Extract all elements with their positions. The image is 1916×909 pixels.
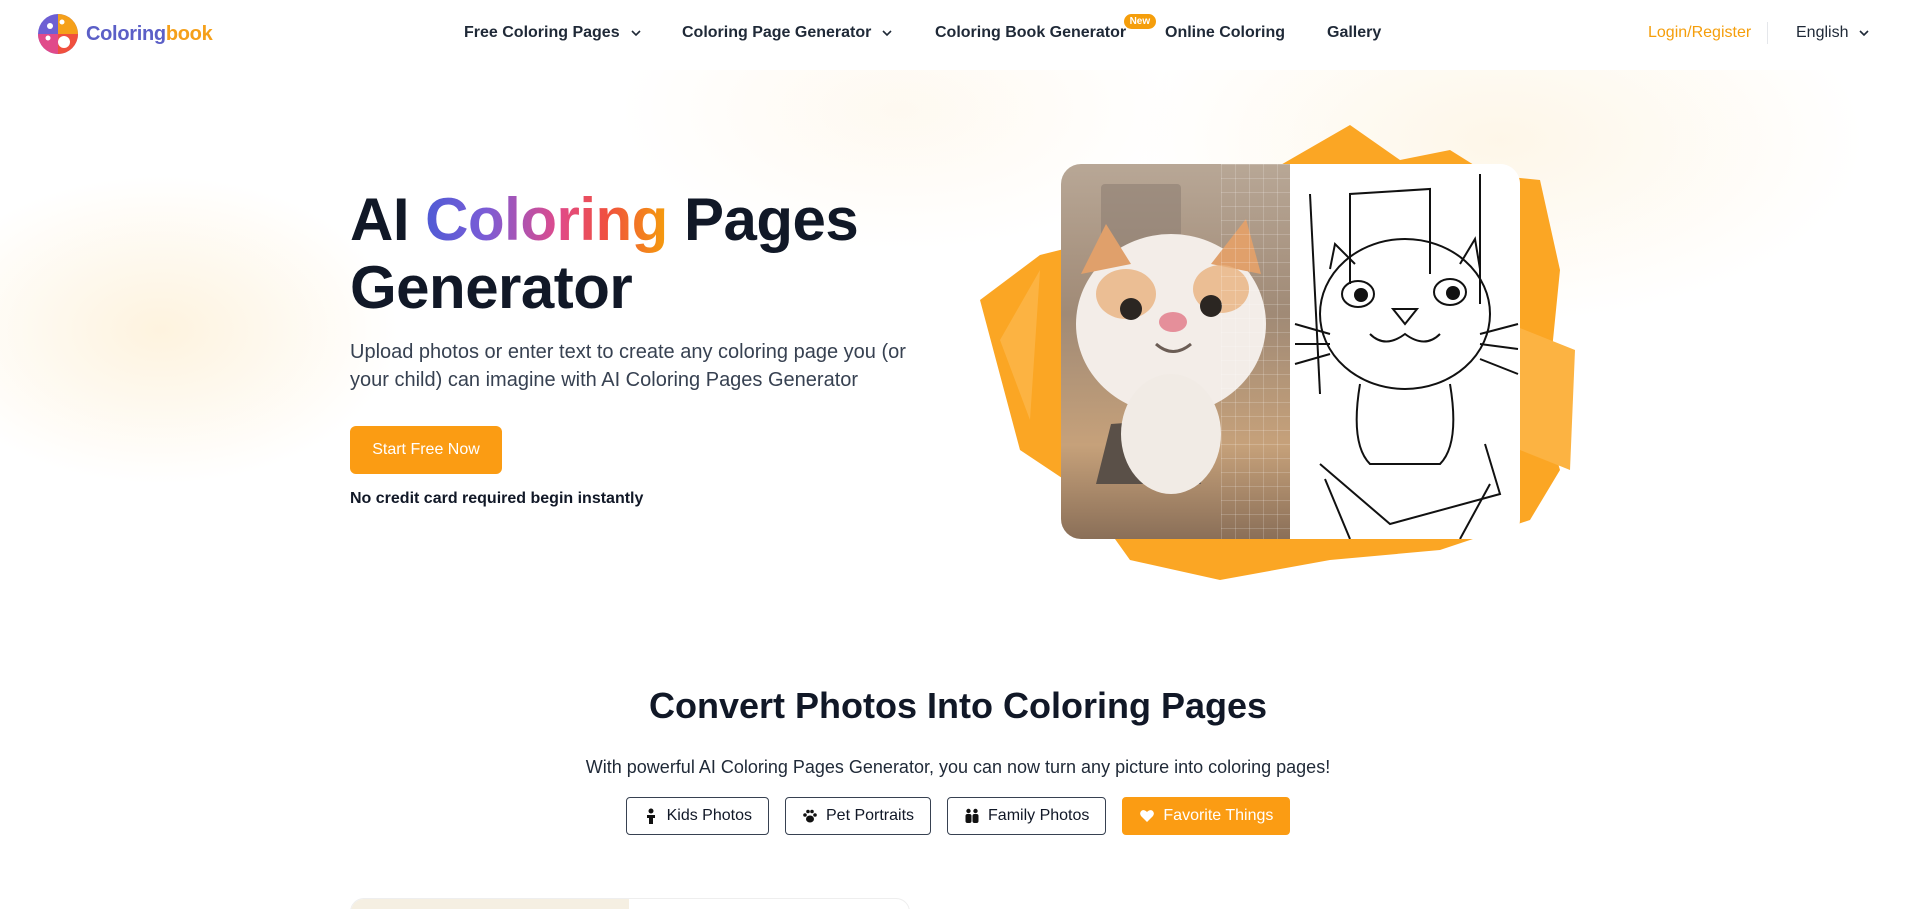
chevron-down-icon bbox=[631, 30, 641, 37]
start-free-button[interactable]: Start Free Now bbox=[350, 426, 502, 474]
child-icon bbox=[646, 808, 655, 824]
nav-free-coloring-pages[interactable]: Free Coloring Pages bbox=[464, 24, 642, 42]
hero-background bbox=[0, 70, 1916, 590]
tab-pet-portraits[interactable]: Pet Portraits bbox=[785, 797, 932, 835]
hero-title: AI Coloring Pages Generator bbox=[350, 186, 859, 321]
heart-icon bbox=[1140, 810, 1155, 822]
cat-coloring-sketch bbox=[1290, 164, 1520, 539]
logo-text: Coloringbook bbox=[86, 22, 213, 45]
cat-line-art bbox=[1294, 174, 1519, 539]
paw-icon bbox=[803, 809, 817, 823]
tab-family-photos[interactable]: Family Photos bbox=[947, 797, 1107, 835]
tab-favorite-things[interactable]: Favorite Things bbox=[1122, 797, 1291, 835]
language-selector[interactable]: English bbox=[1796, 24, 1870, 42]
nav-coloring-book-generator[interactable]: Coloring Book Generator New bbox=[935, 14, 1157, 42]
logo[interactable]: Coloringbook bbox=[36, 12, 213, 56]
cat-photo bbox=[1061, 164, 1290, 539]
nav-online-coloring[interactable]: Online Coloring bbox=[1165, 24, 1285, 42]
photo-grid-overlay bbox=[1221, 164, 1290, 539]
palette-logo-icon bbox=[38, 14, 78, 54]
nav-coloring-page-generator[interactable]: Coloring Page Generator bbox=[682, 24, 893, 42]
header-divider bbox=[1767, 22, 1768, 44]
login-register-link[interactable]: Login/Register bbox=[1648, 24, 1751, 42]
section-title: Convert Photos Into Coloring Pages bbox=[648, 685, 1268, 726]
cta-note: No credit card required begin instantly bbox=[350, 490, 644, 507]
nav-gallery[interactable]: Gallery bbox=[1327, 24, 1381, 42]
chevron-down-icon bbox=[882, 30, 892, 37]
tab-kids-photos[interactable]: Kids Photos bbox=[625, 797, 769, 835]
cat-before-after-image bbox=[1061, 164, 1520, 539]
preview-panel-top bbox=[350, 898, 910, 909]
new-badge: New bbox=[1123, 14, 1157, 29]
hero-description: Upload photos or enter text to create an… bbox=[350, 341, 906, 391]
chevron-down-icon bbox=[1859, 30, 1870, 37]
family-icon bbox=[965, 808, 979, 823]
site-header: Coloringbook Free Coloring Pages Colorin… bbox=[0, 0, 1916, 70]
category-tabs: Kids Photos Pet Portraits Family Photos … bbox=[0, 797, 1916, 835]
section-subtitle: With powerful AI Coloring Pages Generato… bbox=[585, 757, 1331, 777]
